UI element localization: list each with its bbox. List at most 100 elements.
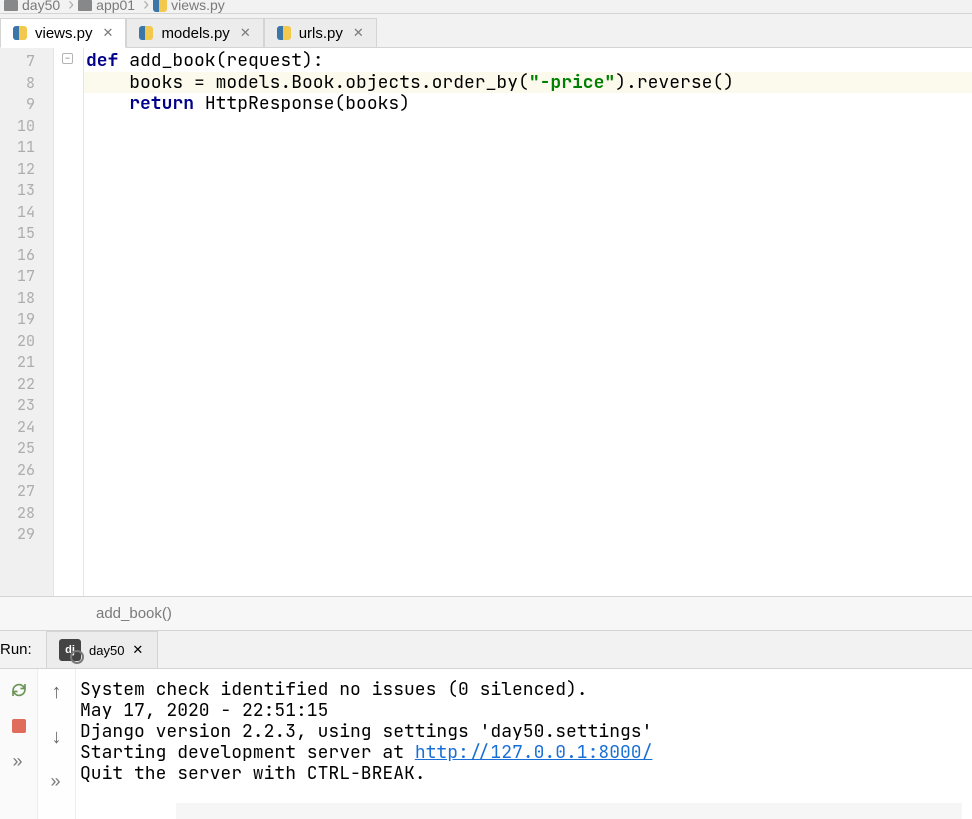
line-number: 10 <box>0 115 53 137</box>
line-number: 25 <box>0 437 53 459</box>
code-line <box>84 351 972 373</box>
folder-icon <box>4 0 18 11</box>
breadcrumb-label: views.py <box>171 0 225 13</box>
code-area[interactable]: def add_book(request): books = models.Bo… <box>84 48 972 596</box>
more-actions-icon[interactable]: » <box>50 771 62 792</box>
line-number: 28 <box>0 502 53 524</box>
line-number: 22 <box>0 373 53 395</box>
more-actions-icon[interactable]: » <box>12 751 24 772</box>
console-line: Django version 2.2.3, using settings 'da… <box>80 721 968 742</box>
line-number: 8 <box>0 72 53 94</box>
line-number: 9 <box>0 93 53 115</box>
fold-gutter: − <box>54 48 84 596</box>
code-line: def add_book(request): <box>84 50 972 72</box>
code-line <box>84 287 972 309</box>
line-number: 18 <box>0 287 53 309</box>
line-number: 24 <box>0 416 53 438</box>
code-line <box>84 480 972 502</box>
folder-icon <box>78 0 92 11</box>
breadcrumb-item[interactable]: day50 <box>4 0 60 13</box>
editor: 7891011121314151617181920212223242526272… <box>0 48 972 597</box>
code-line <box>84 222 972 244</box>
code-line <box>84 523 972 545</box>
line-number: 14 <box>0 201 53 223</box>
run-toolbar-primary: » <box>0 669 38 819</box>
breadcrumb-separator: › <box>68 0 74 13</box>
code-line <box>84 330 972 352</box>
line-number: 27 <box>0 480 53 502</box>
run-title: Run: <box>0 641 46 658</box>
code-line <box>84 265 972 287</box>
breadcrumb-item[interactable]: app01 <box>78 0 135 13</box>
console-line: Starting development server at http://12… <box>80 742 968 763</box>
code-line: books = models.Book.objects.order_by("-p… <box>84 72 972 94</box>
editor-tabs-bar: views.py ✕ models.py ✕ urls.py ✕ <box>0 14 972 48</box>
code-line <box>84 416 972 438</box>
line-number: 11 <box>0 136 53 158</box>
line-number: 20 <box>0 330 53 352</box>
stop-button[interactable] <box>8 715 30 737</box>
close-icon[interactable]: ✕ <box>240 25 251 41</box>
line-gutter: 7891011121314151617181920212223242526272… <box>0 48 54 596</box>
code-line <box>84 201 972 223</box>
tab-views[interactable]: views.py ✕ <box>0 18 126 48</box>
tab-label: models.py <box>161 25 229 42</box>
console-line: Quit the server with CTRL-BREAK. <box>80 763 968 784</box>
close-icon[interactable]: ✕ <box>103 25 114 41</box>
line-number: 23 <box>0 394 53 416</box>
console-line: May 17, 2020 - 22:51:15 <box>80 700 968 721</box>
breadcrumb-label: app01 <box>96 0 135 13</box>
tab-models[interactable]: models.py ✕ <box>126 18 263 47</box>
line-number: 17 <box>0 265 53 287</box>
line-number: 7 <box>0 50 53 72</box>
run-toolbar-secondary: ↑ ↓ » <box>38 669 76 819</box>
code-line <box>84 394 972 416</box>
code-line <box>84 244 972 266</box>
python-file-icon <box>13 26 27 40</box>
scope-label: add_book() <box>96 605 172 622</box>
console-line: System check identified no issues (0 sil… <box>80 679 968 700</box>
line-number: 26 <box>0 459 53 481</box>
breadcrumb-separator: › <box>143 0 149 13</box>
code-line <box>84 459 972 481</box>
line-number: 16 <box>0 244 53 266</box>
code-line <box>84 158 972 180</box>
line-number: 19 <box>0 308 53 330</box>
close-icon[interactable]: ✕ <box>132 642 143 658</box>
code-line <box>84 308 972 330</box>
code-line <box>84 502 972 524</box>
rerun-button[interactable] <box>8 679 30 701</box>
tab-label: views.py <box>35 25 93 42</box>
tab-label: urls.py <box>299 25 343 42</box>
console-scrollbar-track[interactable] <box>176 803 962 819</box>
code-line <box>84 115 972 137</box>
python-file-icon <box>139 26 153 40</box>
fold-toggle-icon[interactable]: − <box>62 53 73 64</box>
code-line <box>84 373 972 395</box>
code-line <box>84 136 972 158</box>
scroll-down-icon[interactable]: ↓ <box>52 726 62 749</box>
breadcrumb: day50 › app01 › views.py <box>0 0 972 14</box>
python-file-icon <box>277 26 291 40</box>
run-tool-header: Run: dj day50 ✕ <box>0 631 972 669</box>
line-number: 12 <box>0 158 53 180</box>
line-number: 29 <box>0 523 53 545</box>
line-number: 15 <box>0 222 53 244</box>
breadcrumb-item[interactable]: views.py <box>153 0 225 13</box>
scroll-up-icon[interactable]: ↑ <box>52 681 62 704</box>
line-number: 13 <box>0 179 53 201</box>
code-line <box>84 437 972 459</box>
close-icon[interactable]: ✕ <box>353 25 364 41</box>
django-run-icon: dj <box>59 639 81 661</box>
line-number: 21 <box>0 351 53 373</box>
python-file-icon <box>153 0 167 12</box>
code-line: return HttpResponse(books) <box>84 93 972 115</box>
run-tab-label: day50 <box>89 643 124 658</box>
tab-urls[interactable]: urls.py ✕ <box>264 18 377 47</box>
scope-breadcrumb[interactable]: add_book() <box>0 597 972 631</box>
server-url-link[interactable]: http://127.0.0.1:8000/ <box>415 741 653 764</box>
run-tool-body: » ↑ ↓ » System check identified no issue… <box>0 669 972 819</box>
breadcrumb-label: day50 <box>22 0 60 13</box>
run-tab[interactable]: dj day50 ✕ <box>46 631 158 668</box>
console-output[interactable]: System check identified no issues (0 sil… <box>76 669 972 819</box>
